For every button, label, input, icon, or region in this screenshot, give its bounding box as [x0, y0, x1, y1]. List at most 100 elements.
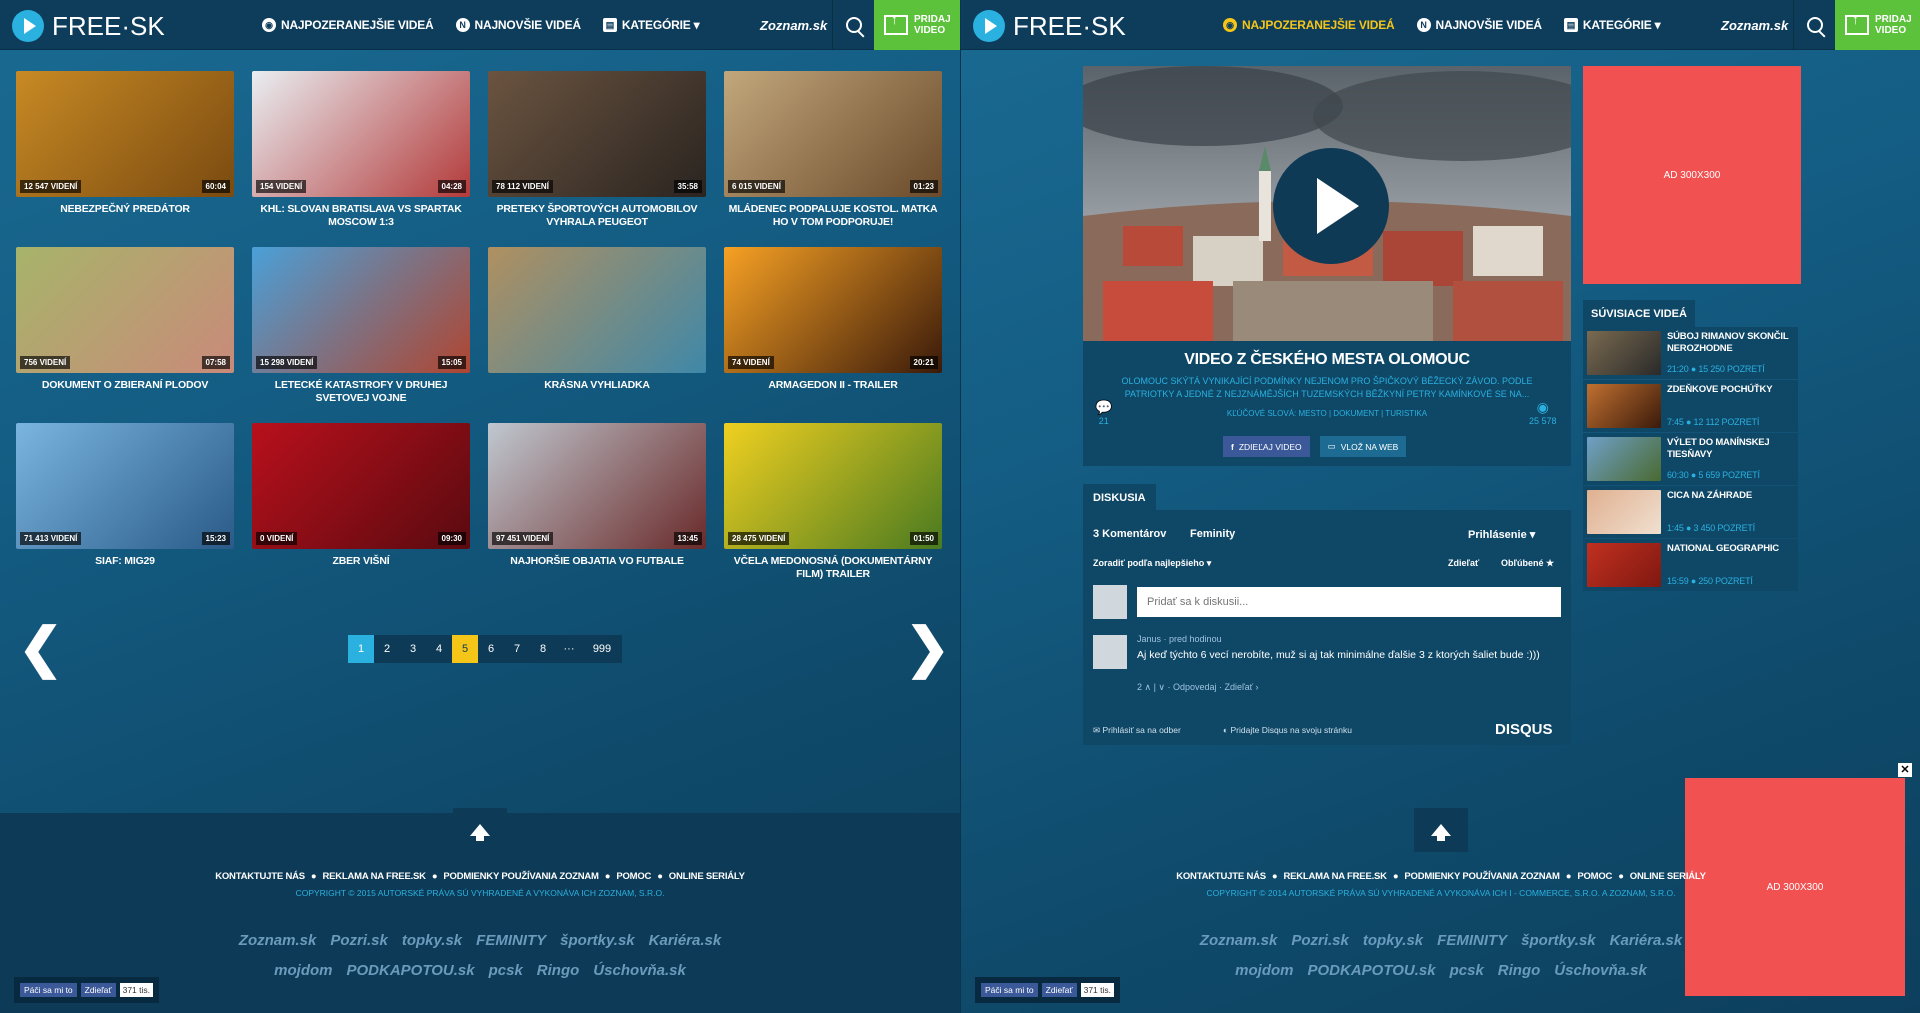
ad-top[interactable]: AD 300X300 — [1583, 66, 1801, 284]
related-video-item[interactable]: VÝLET DO MANÍNSKEJ TIESŇAVY 60:30 ● 5 659… — [1583, 433, 1798, 485]
video-thumbnail[interactable]: 6 015 VIDENÍ 01:23 — [724, 71, 942, 197]
share-link[interactable]: Zdieľať — [1448, 558, 1479, 568]
login-dropdown[interactable]: Prihlásenie ▾ — [1468, 528, 1535, 541]
partner-logo[interactable]: Kariéra.sk — [1610, 932, 1683, 949]
video-title[interactable]: SIAF: MIG29 — [16, 555, 234, 568]
partner-logo[interactable]: športky.sk — [560, 932, 634, 949]
comment-author[interactable]: Janus — [1137, 634, 1161, 644]
related-title[interactable]: VÝLET DO MANÍNSKEJ TIESŇAVY — [1667, 437, 1794, 461]
partner-logo[interactable]: športky.sk — [1521, 932, 1595, 949]
partner-logo[interactable]: Úschovňa.sk — [593, 962, 686, 979]
video-thumbnail[interactable] — [488, 247, 706, 373]
related-thumbnail[interactable] — [1587, 331, 1661, 375]
video-thumbnail[interactable]: 74 VIDENÍ 20:21 — [724, 247, 942, 373]
video-thumbnail[interactable]: 15 298 VIDENÍ 15:05 — [252, 247, 470, 373]
video-card[interactable]: 0 VIDENÍ 09:30 ZBER VIŠNÍ — [252, 423, 470, 568]
video-card[interactable]: 756 VIDENÍ 07:58 DOKUMENT O ZBIERANÍ PLOD… — [16, 247, 234, 392]
page-link[interactable]: 999 — [582, 635, 622, 663]
related-thumbnail[interactable] — [1587, 490, 1661, 534]
video-thumbnail[interactable]: 154 VIDENÍ 04:28 — [252, 71, 470, 197]
play-icon[interactable] — [1273, 148, 1389, 264]
nav-categories[interactable]: ▤ KATEGÓRIE ▾ — [1563, 18, 1661, 32]
search-button[interactable] — [1793, 0, 1835, 50]
video-title[interactable]: KHL: SLOVAN BRATISLAVA VS SPARTAK MOSCOW… — [252, 203, 470, 229]
fb-share-button[interactable]: Zdieľať — [1041, 983, 1077, 997]
partner-logo[interactable]: FEMINITY — [1437, 932, 1507, 949]
video-title[interactable]: NEBEZPEČNÝ PREDÁTOR — [16, 203, 234, 216]
video-thumbnail[interactable]: 71 413 VIDENÍ 15:23 — [16, 423, 234, 549]
video-title[interactable]: MLÁDENEC PODPALUJE KOSTOL. MATKA HO V TO… — [724, 203, 942, 229]
video-thumbnail[interactable]: 756 VIDENÍ 07:58 — [16, 247, 234, 373]
related-thumbnail[interactable] — [1587, 543, 1661, 587]
video-player[interactable] — [1083, 66, 1571, 341]
page-link[interactable]: 4 — [426, 635, 452, 663]
prev-page-arrow[interactable]: ❮ — [18, 620, 63, 676]
page-link[interactable]: 7 — [504, 635, 530, 663]
partner-logo[interactable]: Pozri.sk — [1291, 932, 1349, 949]
partner-logo[interactable]: Úschovňa.sk — [1554, 962, 1647, 979]
share-facebook-button[interactable]: f ZDIEĽAJ VIDEO — [1223, 436, 1310, 457]
favorite-link[interactable]: Obľúbené ★ — [1501, 558, 1554, 569]
video-title[interactable]: KRÁSNA VYHLIADKA — [488, 379, 706, 392]
page-link[interactable]: 8 — [530, 635, 556, 663]
partner-logo[interactable]: pcsk — [489, 962, 523, 979]
page-link[interactable]: ··· — [556, 635, 582, 663]
video-title[interactable]: ARMAGEDON II - TRAILER — [724, 379, 942, 392]
video-card[interactable]: 71 413 VIDENÍ 15:23 SIAF: MIG29 — [16, 423, 234, 568]
footer-link[interactable]: PODMIENKY POUŽÍVANIA ZOZNAM — [443, 871, 599, 882]
related-video-item[interactable]: CICA NA ZÁHRADE 1:45 ● 3 450 POZRETÍ — [1583, 486, 1798, 538]
footer-link[interactable]: KONTAKTUJTE NÁS — [215, 871, 305, 882]
video-card[interactable]: 78 112 VIDENÍ 35:58 PRETEKY ŠPORTOVÝCH AU… — [488, 71, 706, 229]
related-title[interactable]: CICA NA ZÁHRADE — [1667, 490, 1794, 502]
partner-logo[interactable]: Pozri.sk — [330, 932, 388, 949]
partner-logo[interactable]: Zoznam.sk — [1200, 932, 1278, 949]
tab-feminity[interactable]: Feminity — [1190, 528, 1235, 540]
nav-most-viewed[interactable]: ◉ NAJPOZERANEJŠIE VIDEÁ — [262, 18, 434, 32]
related-thumbnail[interactable] — [1587, 437, 1661, 481]
video-keywords[interactable]: KĽÚČOVÉ SLOVÁ: MESTO | DOKUMENT | TURIST… — [1083, 409, 1571, 418]
video-thumbnail[interactable]: 78 112 VIDENÍ 35:58 — [488, 71, 706, 197]
partner-logo[interactable]: pcsk — [1450, 962, 1484, 979]
video-card[interactable]: 12 547 VIDENÍ 60:04 NEBEZPEČNÝ PREDÁTOR — [16, 71, 234, 216]
video-card[interactable]: 74 VIDENÍ 20:21 ARMAGEDON II - TRAILER — [724, 247, 942, 392]
tab-comments[interactable]: 3 Komentárov — [1093, 528, 1166, 540]
zoznam-logo[interactable]: Zoznam.sk — [760, 18, 827, 33]
footer-link[interactable]: POMOC — [616, 871, 651, 882]
footer-link[interactable]: ONLINE SERIÁLY — [669, 871, 745, 882]
logo[interactable]: FREE·SK — [12, 10, 165, 42]
nav-most-viewed[interactable]: ◉ NAJPOZERANEJŠIE VIDEÁ — [1223, 18, 1395, 32]
embed-button[interactable]: ▭ VLOŽ NA WEB — [1319, 436, 1407, 457]
comment-actions[interactable]: 2 ∧ | ∨ · Odpovedaj · Zdieľať › — [1137, 682, 1259, 693]
zoznam-logo[interactable]: Zoznam.sk — [1721, 18, 1788, 33]
video-thumbnail[interactable]: 28 475 VIDENÍ 01:50 — [724, 423, 942, 549]
comment-input[interactable] — [1137, 587, 1561, 617]
related-title[interactable]: NATIONAL GEOGRAPHIC — [1667, 543, 1794, 555]
page-link[interactable]: 5 — [452, 635, 478, 663]
related-thumbnail[interactable] — [1587, 384, 1661, 428]
partner-logo[interactable]: Ringo — [537, 962, 580, 979]
add-disqus-link[interactable]: ◐ Pridajte Disqus na svoju stránku — [1223, 725, 1352, 735]
nav-newest[interactable]: N NAJNOVŠIE VIDEÁ — [1416, 18, 1542, 32]
video-card[interactable]: 15 298 VIDENÍ 15:05 LETECKÉ KATASTROFY V … — [252, 247, 470, 405]
partner-logo[interactable]: mojdom — [1235, 962, 1293, 979]
fb-like-button[interactable]: Páči sa mi to — [981, 983, 1038, 997]
video-card[interactable]: 154 VIDENÍ 04:28 KHL: SLOVAN BRATISLAVA V… — [252, 71, 470, 229]
scroll-top-button[interactable] — [1414, 808, 1468, 852]
page-link[interactable]: 3 — [400, 635, 426, 663]
footer-link[interactable]: POMOC — [1577, 871, 1612, 882]
close-ad-icon[interactable]: ✕ — [1898, 763, 1912, 777]
video-thumbnail[interactable]: 0 VIDENÍ 09:30 — [252, 423, 470, 549]
video-title[interactable]: LETECKÉ KATASTROFY V DRUHEJ SVETOVEJ VOJ… — [252, 379, 470, 405]
nav-newest[interactable]: N NAJNOVŠIE VIDEÁ — [455, 18, 581, 32]
partner-logo[interactable]: mojdom — [274, 962, 332, 979]
video-card[interactable]: 28 475 VIDENÍ 01:50 VČELA MEDONOSNÁ (DOKU… — [724, 423, 942, 581]
page-link[interactable]: 6 — [478, 635, 504, 663]
footer-link[interactable]: KONTAKTUJTE NÁS — [1176, 871, 1266, 882]
nav-categories[interactable]: ▤ KATEGÓRIE ▾ — [602, 18, 700, 32]
footer-link[interactable]: ONLINE SERIÁLY — [1630, 871, 1706, 882]
video-thumbnail[interactable]: 12 547 VIDENÍ 60:04 — [16, 71, 234, 197]
next-page-arrow[interactable]: ❯ — [905, 620, 950, 676]
footer-link[interactable]: REKLAMA NA FREE.SK — [322, 871, 426, 882]
logo[interactable]: FREE·SK — [973, 10, 1126, 42]
related-title[interactable]: ZDEŇKOVE POCHÚŤKY — [1667, 384, 1794, 396]
